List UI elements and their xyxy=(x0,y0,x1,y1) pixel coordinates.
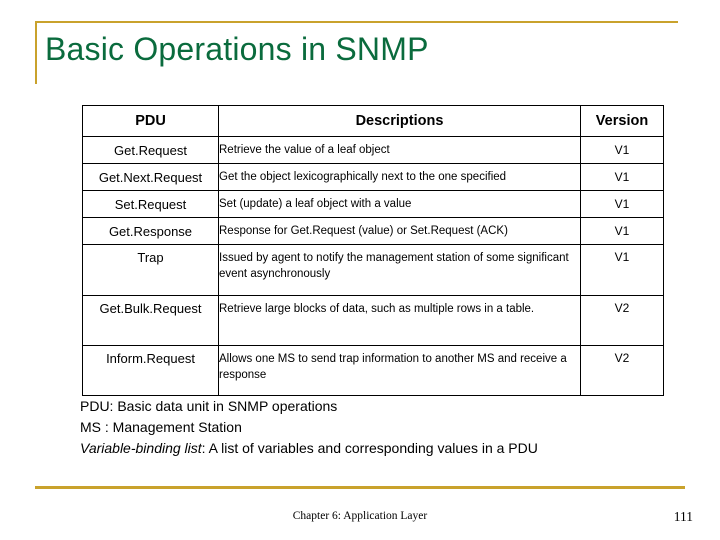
table-row: Get.Bulk.Request Retrieve large blocks o… xyxy=(82,295,664,346)
cell-version: V1 xyxy=(580,190,664,218)
table-row: Set.Request Set (update) a leaf object w… xyxy=(82,190,664,218)
note-term: Variable-binding list xyxy=(80,440,202,456)
cell-pdu: Inform.Request xyxy=(82,345,219,396)
legend-notes: PDU: Basic data unit in SNMP operations … xyxy=(80,396,538,459)
table-row: Inform.Request Allows one MS to send tra… xyxy=(82,345,664,396)
cell-description: Set (update) a leaf object with a value xyxy=(218,190,581,218)
cell-description: Issued by agent to notify the management… xyxy=(218,244,581,296)
slide-canvas: Basic Operations in SNMP PDU Description… xyxy=(0,0,720,540)
cell-version: V2 xyxy=(580,345,664,396)
cell-version: V1 xyxy=(580,136,664,164)
cell-pdu: Set.Request xyxy=(82,190,219,218)
note-definition: : A list of variables and corresponding … xyxy=(201,440,538,456)
cell-version: V1 xyxy=(580,217,664,245)
cell-description: Response for Get.Request (value) or Set.… xyxy=(218,217,581,245)
table-row: Trap Issued by agent to notify the manag… xyxy=(82,244,664,296)
cell-version: V1 xyxy=(580,244,664,296)
table-header: PDU Descriptions Version xyxy=(82,105,664,137)
column-header-descriptions: Descriptions xyxy=(218,105,581,137)
footer-rule xyxy=(35,486,685,489)
table-header-row: PDU Descriptions Version xyxy=(82,105,664,137)
title-left-rule xyxy=(35,21,37,84)
cell-pdu: Get.Request xyxy=(82,136,219,164)
note-ms: MS : Management Station xyxy=(80,419,242,435)
cell-pdu: Get.Response xyxy=(82,217,219,245)
cell-description: Get the object lexicographically next to… xyxy=(218,163,581,191)
page-title: Basic Operations in SNMP xyxy=(45,31,429,67)
cell-pdu: Trap xyxy=(82,244,219,296)
table-row: Get.Request Retrieve the value of a leaf… xyxy=(82,136,664,164)
footer-page-number: 111 xyxy=(673,509,693,524)
cell-pdu: Get.Next.Request xyxy=(82,163,219,191)
column-header-version: Version xyxy=(580,105,664,137)
cell-description: Retrieve the value of a leaf object xyxy=(218,136,581,164)
title-top-rule xyxy=(35,21,678,23)
cell-pdu: Get.Bulk.Request xyxy=(82,295,219,346)
cell-description: Retrieve large blocks of data, such as m… xyxy=(218,295,581,346)
snmp-operations-table: PDU Descriptions Version Get.Request Ret… xyxy=(82,105,664,396)
cell-description: Allows one MS to send trap information t… xyxy=(218,345,581,396)
note-variable-binding-list: Variable-binding list: A list of variabl… xyxy=(80,438,538,459)
table-row: Get.Response Response for Get.Request (v… xyxy=(82,217,664,245)
footer-chapter-label: Chapter 6: Application Layer xyxy=(292,510,428,522)
table-body: Get.Request Retrieve the value of a leaf… xyxy=(82,136,664,396)
note-pdu: PDU: Basic data unit in SNMP operations xyxy=(80,398,338,414)
cell-version: V2 xyxy=(580,295,664,346)
column-header-pdu: PDU xyxy=(82,105,219,137)
cell-version: V1 xyxy=(580,163,664,191)
table-row: Get.Next.Request Get the object lexicogr… xyxy=(82,163,664,191)
